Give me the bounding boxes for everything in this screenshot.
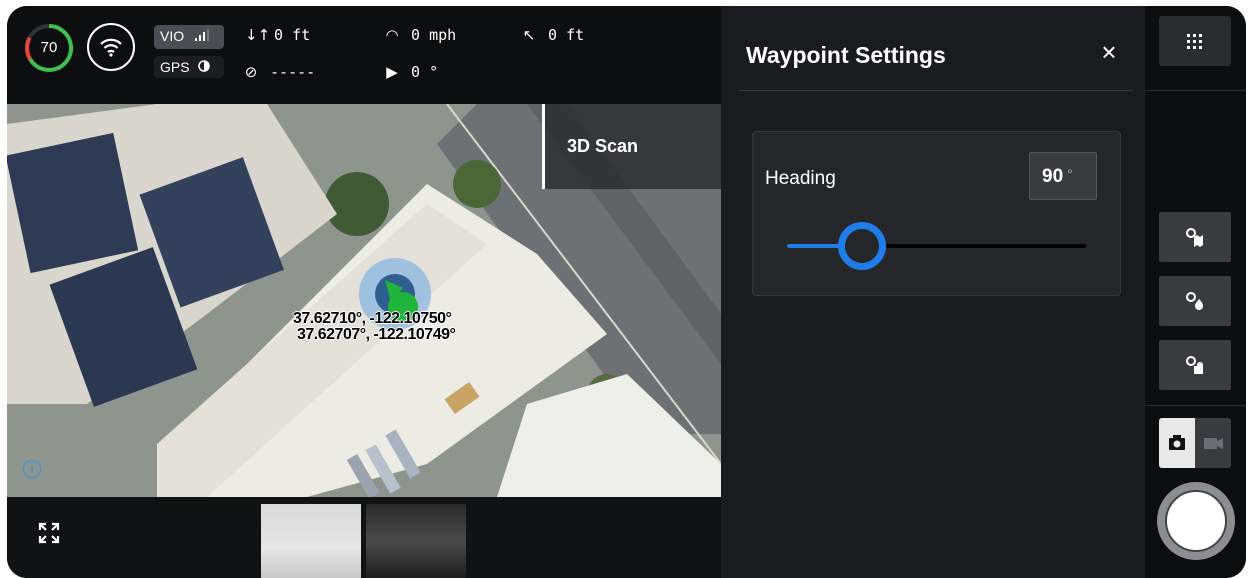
camera-direction-icon: ▶ — [386, 63, 398, 81]
heading-readout-value: ----- — [270, 63, 316, 81]
speed-value: 0 mph — [411, 26, 457, 44]
expand-icon[interactable] — [37, 521, 61, 545]
altitude-arrows-icon: ↓↑ — [245, 26, 271, 44]
close-icon[interactable]: × — [1093, 36, 1125, 68]
tab-3d-scan[interactable]: 3D Scan — [542, 104, 721, 189]
photo-mode-button[interactable] — [1159, 418, 1195, 468]
telemetry-bar: 70 VIO GPS ↓↑ 0 ft ⊘ ----- ◠ 0 mph ▶ 0 °… — [7, 6, 721, 104]
coordinate-label-2: 37.62707°, -122.10749° — [297, 326, 456, 343]
speed-readout: ◠ 0 mph — [382, 26, 456, 44]
gps-label: GPS — [160, 59, 190, 75]
gps-status-badge: GPS — [154, 56, 224, 78]
capture-mode-toggle[interactable] — [1159, 418, 1231, 468]
app-window: 70 VIO GPS ↓↑ 0 ft ⊘ ----- ◠ 0 mph ▶ 0 °… — [7, 6, 1246, 578]
camera-icon — [1169, 435, 1185, 450]
tab-3d-scan-label: 3D Scan — [567, 136, 639, 156]
media-strip — [7, 497, 721, 578]
video-camera-icon — [1204, 438, 1223, 449]
shape-settings-icon — [1186, 356, 1203, 374]
waypoint-settings-panel: Waypoint Settings × Heading 90 ° — [721, 6, 1145, 578]
heading-readout: ⊘ ----- — [241, 63, 315, 81]
shutter-button-inner — [1165, 490, 1227, 552]
heading-value: 90 — [1042, 166, 1064, 187]
map-settings-icon — [1186, 228, 1203, 247]
map-view[interactable]: 3D Scan 37.62710°, -122.10750° 37.62707°… — [7, 104, 721, 497]
fire-settings-icon — [1186, 292, 1203, 310]
panel-title: Waypoint Settings — [746, 42, 946, 68]
altitude-readout: ↓↑ 0 ft — [245, 26, 310, 44]
app-menu-button[interactable] — [1159, 16, 1231, 66]
rail-divider-middle — [1145, 405, 1246, 406]
signal-bars-icon — [195, 29, 210, 41]
vio-label: VIO — [160, 28, 185, 44]
wifi-button[interactable] — [87, 23, 135, 71]
grid-menu-icon — [1187, 34, 1202, 49]
battery-percent: 70 — [40, 39, 58, 56]
heading-slider-thumb[interactable] — [837, 222, 886, 270]
panel-divider — [739, 90, 1133, 91]
heading-slider[interactable] — [787, 222, 1086, 270]
heading-value-field[interactable]: 90 ° — [1029, 152, 1097, 200]
distance-readout: ↖ 0 ft — [519, 26, 584, 44]
gimbal-readout: ▶ 0 ° — [382, 63, 438, 81]
shutter-button[interactable] — [1157, 482, 1235, 560]
wifi-icon — [100, 38, 122, 57]
vio-status-badge: VIO — [154, 25, 224, 49]
heading-unit: ° — [1067, 166, 1073, 182]
camera-thumbnail-thermal[interactable] — [366, 504, 466, 578]
action-rail — [1145, 6, 1246, 578]
gps-indicator-icon — [198, 60, 211, 72]
camera-thumbnail-visual[interactable] — [261, 504, 361, 578]
fire-settings-button[interactable] — [1159, 276, 1231, 326]
video-mode-button[interactable] — [1195, 418, 1231, 468]
altitude-value: 0 ft — [274, 26, 311, 44]
map-settings-button[interactable] — [1159, 212, 1231, 262]
distance-home-icon: ↖ — [522, 26, 536, 44]
shape-settings-button[interactable] — [1159, 340, 1231, 390]
gimbal-value: 0 ° — [411, 63, 439, 81]
rail-divider-top — [1145, 90, 1246, 91]
heading-setting-card: Heading 90 ° — [752, 131, 1121, 296]
battery-gauge: 70 — [24, 23, 74, 73]
info-icon[interactable]: i — [23, 460, 41, 478]
distance-value: 0 ft — [548, 26, 585, 44]
speedometer-icon: ◠ — [385, 26, 399, 44]
compass-icon: ⊘ — [244, 63, 258, 81]
heading-label: Heading — [765, 168, 836, 189]
